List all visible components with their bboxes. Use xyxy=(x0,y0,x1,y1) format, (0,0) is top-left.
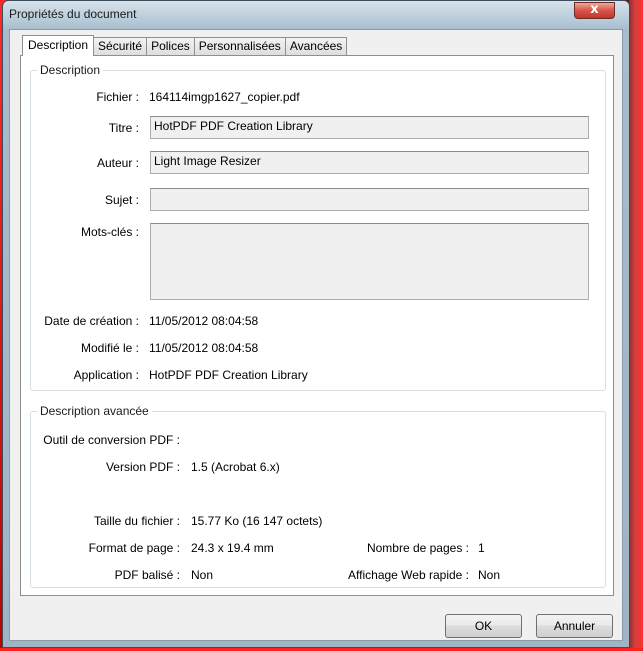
modifie-le-label: Modifié le : xyxy=(80,341,139,355)
tab-avancees[interactable]: Avancées xyxy=(284,37,348,56)
tab-strip: Description Sécurité Polices Personnalis… xyxy=(22,35,348,56)
taille-fichier-label: Taille du fichier : xyxy=(93,514,180,528)
version-pdf-value: 1.5 (Acrobat 6.x) xyxy=(191,460,280,474)
affichage-web-label: Affichage Web rapide : xyxy=(348,568,469,582)
tab-securite[interactable]: Sécurité xyxy=(93,37,148,56)
tab-description[interactable]: Description xyxy=(22,35,95,56)
dialog-client-area: Description Sécurité Polices Personnalis… xyxy=(9,29,623,641)
auteur-field[interactable]: Light Image Resizer xyxy=(150,151,589,174)
date-creation-value: 11/05/2012 08:04:58 xyxy=(149,314,259,328)
description-group: Description Fichier : 164114imgp1627_cop… xyxy=(30,63,606,391)
format-page-value: 24.3 x 19.4 mm xyxy=(191,541,274,555)
tab-panel-description: Description Fichier : 164114imgp1627_cop… xyxy=(20,55,614,596)
outil-conversion-label: Outil de conversion PDF : xyxy=(43,433,180,447)
titre-field[interactable]: HotPDF PDF Creation Library xyxy=(150,116,589,139)
date-creation-label: Date de création : xyxy=(44,314,139,328)
nombre-pages-label: Nombre de pages : xyxy=(366,541,469,555)
sujet-field[interactable] xyxy=(150,188,589,211)
cancel-button[interactable]: Annuler xyxy=(536,614,613,638)
advanced-description-group: Description avancée Outil de conversion … xyxy=(30,404,606,588)
document-properties-dialog: Propriétés du document x Description Séc… xyxy=(2,0,630,648)
taille-fichier-value: 15.77 Ko (16 147 octets) xyxy=(191,514,323,528)
sujet-label: Sujet : xyxy=(104,193,139,207)
description-group-title: Description xyxy=(37,63,104,77)
tab-polices[interactable]: Polices xyxy=(146,37,195,56)
fichier-value: 164114imgp1627_copier.pdf xyxy=(149,90,300,104)
version-pdf-label: Version PDF : xyxy=(105,460,180,474)
format-page-label: Format de page : xyxy=(88,541,180,555)
affichage-web-value: Non xyxy=(478,568,501,582)
advanced-group-title: Description avancée xyxy=(37,404,152,418)
titre-label: Titre : xyxy=(108,121,139,135)
tab-personnalisees[interactable]: Personnalisées xyxy=(193,37,286,56)
modifie-le-value: 11/05/2012 08:04:58 xyxy=(149,341,259,355)
close-button[interactable]: x xyxy=(574,2,615,19)
pdf-balise-value: Non xyxy=(191,568,214,582)
fichier-label: Fichier : xyxy=(96,90,139,104)
close-icon: x xyxy=(590,2,599,17)
nombre-pages-value: 1 xyxy=(478,541,485,555)
application-label: Application : xyxy=(73,368,139,382)
window-title: Propriétés du document xyxy=(9,7,137,21)
mots-cles-label: Mots-clés : xyxy=(80,225,139,239)
desktop-background-right xyxy=(629,0,643,651)
ok-button[interactable]: OK xyxy=(445,614,522,638)
pdf-balise-label: PDF balisé : xyxy=(114,568,180,582)
mots-cles-field[interactable] xyxy=(150,223,589,300)
application-value: HotPDF PDF Creation Library xyxy=(149,368,308,382)
title-bar[interactable]: Propriétés du document x xyxy=(3,1,629,29)
auteur-label: Auteur : xyxy=(96,156,139,170)
